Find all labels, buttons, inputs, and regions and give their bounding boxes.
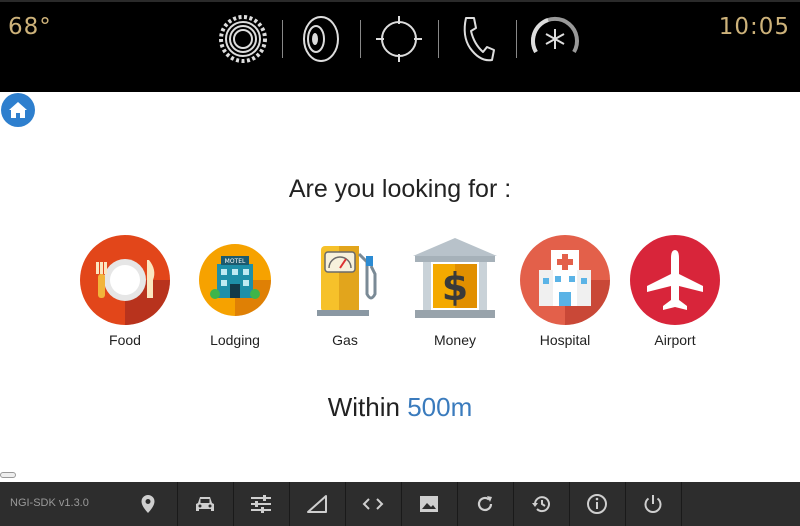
separator (282, 20, 283, 58)
climate-fan-icon[interactable] (528, 12, 582, 66)
speaker-icon[interactable] (294, 12, 348, 66)
category-lodging[interactable]: MOTEL Lodging (180, 234, 290, 348)
category-label: Airport (654, 332, 696, 348)
drag-handle[interactable] (0, 472, 16, 478)
code-button[interactable] (345, 482, 401, 526)
image-button[interactable] (401, 482, 457, 526)
poi-search-panel: Are you looking for : Food MOTEL Lodging… (0, 92, 800, 482)
category-gas[interactable]: Gas (290, 234, 400, 348)
sliders-icon (251, 495, 271, 513)
navigation-crosshair-icon[interactable] (372, 12, 426, 66)
category-label: Hospital (539, 332, 591, 348)
category-label: Gas (332, 332, 358, 348)
history-icon (532, 496, 550, 513)
signal-button[interactable] (289, 482, 345, 526)
separator (516, 20, 517, 58)
power-button[interactable] (625, 482, 681, 526)
phone-icon[interactable] (450, 12, 504, 66)
category-money[interactable]: $ Money (400, 234, 510, 348)
separator (438, 20, 439, 58)
category-hospital[interactable]: Hospital (510, 234, 620, 348)
category-food[interactable]: Food (70, 234, 180, 348)
refresh-icon (477, 496, 493, 512)
distance-value[interactable]: 500m (407, 392, 472, 422)
svg-text:$: $ (442, 265, 468, 309)
status-bar: 68° 10:05 (0, 0, 800, 92)
airplane-icon (630, 235, 720, 325)
clock-readout: 10:05 (718, 14, 790, 40)
power-icon (644, 495, 662, 513)
separator (360, 20, 361, 58)
location-pin-icon (141, 495, 155, 513)
settings-sliders-button[interactable] (233, 482, 289, 526)
temperature-readout: 68° (8, 14, 52, 40)
category-label: Food (109, 332, 141, 348)
question-heading: Are you looking for : (288, 175, 512, 203)
code-icon (362, 498, 384, 510)
location-button[interactable] (120, 482, 176, 526)
sdk-version: NGI-SDK v1.3.0 (10, 497, 89, 509)
info-button[interactable] (569, 482, 625, 526)
vehicle-button[interactable] (177, 482, 233, 526)
within-label: Within (327, 392, 400, 422)
category-label: Money (433, 332, 477, 348)
settings-gear-icon[interactable] (216, 12, 270, 66)
category-label: Lodging (210, 332, 260, 348)
sdk-toolbar: NGI-SDK v1.3.0 (0, 482, 800, 526)
info-icon (587, 494, 607, 514)
signal-icon (307, 495, 327, 513)
gas-pump-icon (317, 246, 377, 316)
food-plate-icon (80, 235, 170, 325)
motel-icon: MOTEL (199, 244, 271, 316)
svg-text:MOTEL: MOTEL (225, 258, 246, 265)
separator (681, 482, 682, 526)
category-airport[interactable]: Airport (620, 234, 730, 348)
hospital-icon (520, 235, 610, 325)
bank-dollar-icon: $ (413, 238, 497, 318)
history-button[interactable] (513, 482, 569, 526)
image-icon (420, 496, 438, 512)
refresh-button[interactable] (457, 482, 513, 526)
within-radius: Within 500m (0, 392, 800, 423)
car-icon (196, 497, 214, 511)
